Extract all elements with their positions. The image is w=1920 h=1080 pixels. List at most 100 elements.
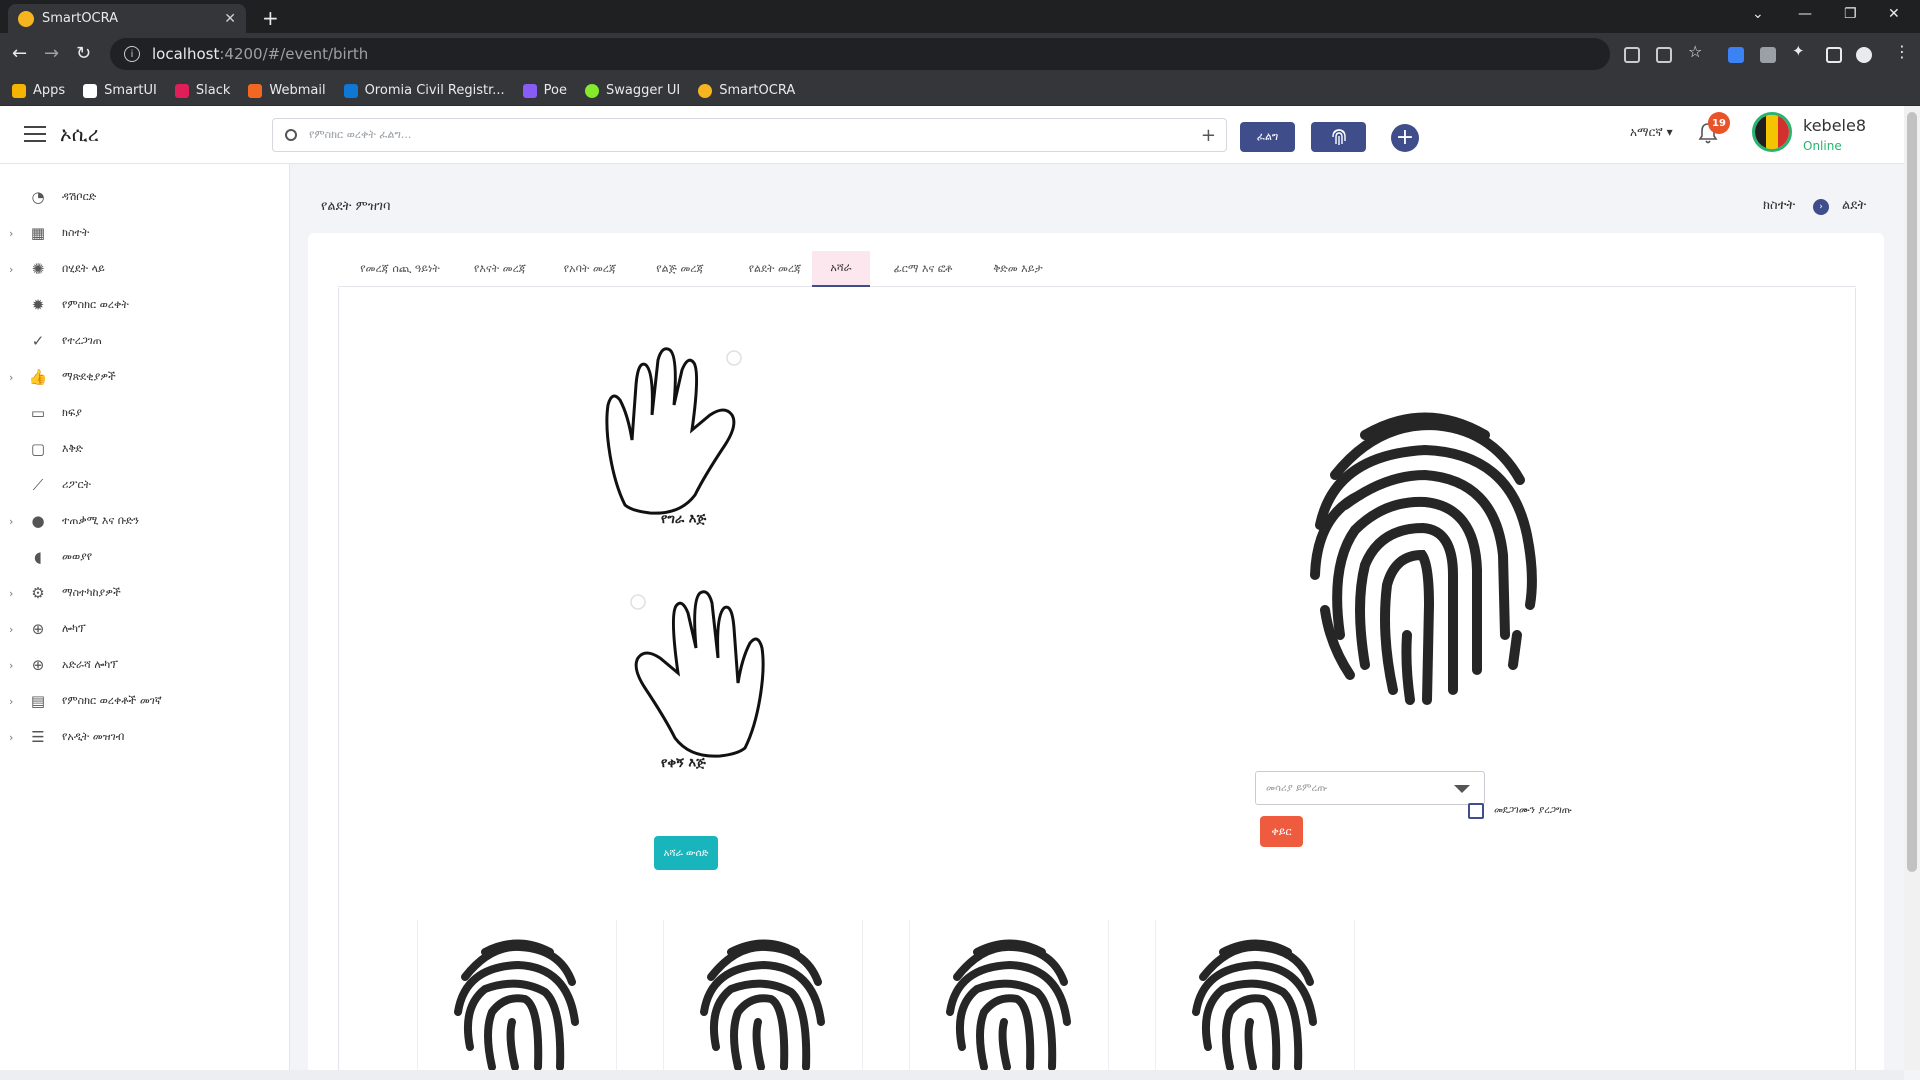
bookmark-apps[interactable]: Apps xyxy=(12,83,65,98)
add-event-button[interactable]: + xyxy=(1391,124,1419,152)
chat-icon: ◖ xyxy=(34,548,42,566)
close-tab-icon[interactable]: ✕ xyxy=(224,11,236,27)
tab-signature-photo[interactable]: ፊርማ እና ፎቶ xyxy=(878,251,968,287)
bookmark-oromia[interactable]: Oromia Civil Registr... xyxy=(343,83,505,98)
chevron-right-icon[interactable]: › xyxy=(9,263,13,276)
right-hand-icon[interactable] xyxy=(600,588,770,758)
breadcrumb-event[interactable]: ክስተት xyxy=(1763,198,1795,213)
sidebar-item[interactable]: › ▤ የምስክር ወረቀቶች መገኛ xyxy=(0,686,290,716)
bookmark-smartui[interactable]: SmartUI xyxy=(83,83,157,98)
device-select[interactable]: መሳሪያ ይምረጡ xyxy=(1255,771,1485,805)
bookmark-smartocra[interactable]: SmartOCRA xyxy=(698,83,795,98)
sidebar-item-label: ክፍያ xyxy=(62,406,82,419)
smartui-icon xyxy=(83,83,98,98)
install-icon[interactable] xyxy=(1624,47,1640,63)
sidebar-item[interactable]: › ⊕ አድራሻ ሎካፕ xyxy=(0,650,290,680)
users-icon: ● xyxy=(31,512,45,530)
new-tab-icon[interactable]: + xyxy=(262,6,279,30)
sidebar-item[interactable]: › 👍 ማጽደቂያዎች xyxy=(0,362,290,392)
menu-kebab-icon[interactable]: ⋮ xyxy=(1894,42,1910,61)
notification-badge: 19 xyxy=(1708,112,1730,134)
chevron-right-icon[interactable]: › xyxy=(9,227,13,240)
sidebar-item[interactable]: › ● ተጠቃሚ እና ቡድን xyxy=(0,506,290,536)
breadcrumb-birth: ልደት xyxy=(1842,198,1867,213)
registration-tabs: የመረጃ ሰጪ ዓይነት የእናት መረጃ የአባት መረጃ የልጅ መረጃ የ… xyxy=(338,251,1856,287)
sidebar-item-label: ማጽደቂያዎች xyxy=(62,370,116,383)
bookmark-swagger[interactable]: Swagger UI xyxy=(585,83,680,98)
bookmark-star-icon[interactable]: ☆ xyxy=(1688,42,1702,61)
reload-icon[interactable]: ↻ xyxy=(76,43,91,64)
left-hand-icon[interactable] xyxy=(600,345,770,515)
tab-informant-type[interactable]: የመረጃ ሰጪ ዓይነት xyxy=(350,251,450,287)
chevron-right-icon[interactable]: › xyxy=(9,515,13,528)
fingerprint-search-button[interactable] xyxy=(1311,122,1366,152)
tab-fingerprint[interactable]: አሻራ xyxy=(812,251,870,287)
certificate-search-input[interactable]: የምስክር ወረቀት ፈልግ... + xyxy=(272,118,1227,152)
tab-preview[interactable]: ቅድመ እይታ xyxy=(976,251,1060,287)
sidebar-item-label: የምስክር ወረቀት xyxy=(62,298,129,311)
take-fingerprint-button[interactable]: አሻራ ውሰድ xyxy=(654,836,718,870)
sidebar-item[interactable]: › ☰ የአዲት መዝገብ xyxy=(0,722,290,752)
bookmark-slack[interactable]: Slack xyxy=(174,83,230,98)
extension-icon[interactable] xyxy=(1728,47,1744,63)
forward-icon[interactable]: → xyxy=(44,43,59,64)
app-header: ኦሲረ የምስክር ወረቀት ፈልግ... + ፈልግ + አማርኛ ▾ 19 … xyxy=(0,106,1904,164)
webmail-icon xyxy=(248,83,263,98)
profile-icon[interactable] xyxy=(1856,47,1872,63)
sidebar-item-label: ማስተካከያዎች xyxy=(62,586,121,599)
sidebar-item[interactable]: ◔ ዳሽቦርድ xyxy=(0,182,290,212)
sidebar-item[interactable]: › ⚙ ማስተካከያዎች xyxy=(0,578,290,608)
bookmark-webmail[interactable]: Webmail xyxy=(248,83,326,98)
chevron-right-icon[interactable]: › xyxy=(9,731,13,744)
search-icon xyxy=(285,129,297,141)
apps-grid-icon xyxy=(12,83,26,98)
side-panel-icon[interactable] xyxy=(1826,47,1842,63)
bookmark-poe[interactable]: Poe xyxy=(522,83,567,98)
address-bar[interactable]: i localhost:4200/#/event/birth xyxy=(110,38,1610,70)
site-info-icon[interactable]: i xyxy=(124,46,140,62)
device-select-placeholder: መሳሪያ ይምረጡ xyxy=(1266,782,1328,794)
chevron-right-icon[interactable]: › xyxy=(9,371,13,384)
puzzle-icon[interactable]: ✦ xyxy=(1792,42,1805,60)
sidebar-item[interactable]: ⟋ ሪፖርት xyxy=(0,470,290,500)
sidebar-item[interactable]: ▭ ክፍያ xyxy=(0,398,290,428)
sidebar-item[interactable]: ◖ መወያየ xyxy=(0,542,290,572)
tab-mother-info[interactable]: የእናት መረጃ xyxy=(460,251,540,287)
favicon-icon xyxy=(18,10,34,27)
tab-child-info[interactable]: የልጅ መረጃ xyxy=(640,251,720,287)
verify-duplicate-checkbox[interactable] xyxy=(1468,803,1484,819)
avatar[interactable] xyxy=(1752,112,1792,152)
sidebar-item-label: ሪፖርት xyxy=(62,478,91,491)
language-select[interactable]: አማርኛ ▾ xyxy=(1630,125,1673,140)
chevron-right-icon[interactable]: › xyxy=(9,587,13,600)
finger-print-icon xyxy=(1192,939,1317,1070)
sidebar-item[interactable]: › ✺ በሂደት ላይ xyxy=(0,254,290,284)
sidebar-item[interactable]: › ⊕ ሎካፕ xyxy=(0,614,290,644)
sidebar-item-label: ሎካፕ xyxy=(62,622,86,635)
chevron-right-icon[interactable]: › xyxy=(9,659,13,672)
fingerprint-preview-icon xyxy=(1310,412,1537,705)
tab-birth-info[interactable]: የልደት መረጃ xyxy=(730,251,820,287)
sidebar-item[interactable]: ▢ እቅድ xyxy=(0,434,290,464)
tab-father-info[interactable]: የአባት መረጃ xyxy=(550,251,630,287)
sidebar-item[interactable]: ✹ የምስክር ወረቀት xyxy=(0,290,290,320)
close-window-icon[interactable]: ✕ xyxy=(1888,6,1900,22)
browser-tab[interactable]: SmartOCRA ✕ xyxy=(8,4,246,33)
plus-icon[interactable]: + xyxy=(1201,125,1216,146)
chevron-right-icon[interactable]: › xyxy=(9,695,13,708)
back-icon[interactable]: ← xyxy=(12,43,27,64)
tab-search-icon[interactable]: ⌄ xyxy=(1752,6,1764,22)
sidebar-item[interactable]: › ▦ ክስተት xyxy=(0,218,290,248)
capture-button[interactable]: ቀይር xyxy=(1260,816,1303,847)
sidebar-item[interactable]: ✓ የተረጋገጠ xyxy=(0,326,290,356)
chevron-right-icon[interactable]: › xyxy=(9,623,13,636)
restore-icon[interactable]: ❐ xyxy=(1844,6,1857,22)
search-button[interactable]: ፈልግ xyxy=(1240,122,1295,152)
extension-icon[interactable] xyxy=(1760,47,1776,63)
horizontal-scrollbar[interactable] xyxy=(0,1070,1904,1080)
hamburger-menu-icon[interactable] xyxy=(24,126,46,142)
scrollbar-thumb[interactable] xyxy=(1907,112,1917,872)
share-icon[interactable] xyxy=(1656,47,1672,63)
minimize-icon[interactable]: — xyxy=(1798,6,1812,22)
fingerprint-icon xyxy=(1331,129,1346,145)
